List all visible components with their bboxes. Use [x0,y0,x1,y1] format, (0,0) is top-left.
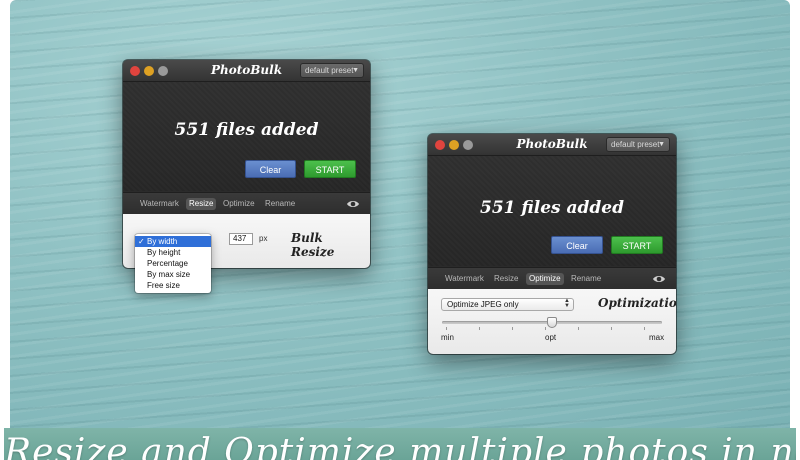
menu-item-by-height[interactable]: By height [135,247,211,258]
start-button[interactable]: START [304,160,356,178]
photobulk-window-optimize: PhotoBulk default preset ▼ 551 files add… [428,134,676,354]
tab-rename[interactable]: Rename [571,273,601,285]
dropdown-arrow-icon: ▼ [658,141,665,148]
tab-watermark[interactable]: Watermark [445,273,484,285]
tab-resize[interactable]: Resize [494,273,518,285]
tab-rename[interactable]: Rename [265,198,295,210]
preset-select[interactable]: default preset ▼ [300,63,364,78]
format-select-value: Optimize JPEG only [447,300,519,309]
menu-item-label: By max size [147,270,191,279]
menu-item-label: Percentage [147,259,188,268]
tab-bar: Watermark Resize Optimize Rename [123,192,370,214]
check-icon: ✓ [138,237,145,246]
panel-heading: Optimization [598,296,676,310]
menu-item-label: Free size [147,281,180,290]
slider-min-label: min [441,333,454,342]
menu-item-label: By height [147,248,181,257]
promo-banner: Resize and Optimize multiple photos in n… [4,428,796,460]
preset-label: default preset [305,66,354,75]
format-select[interactable]: Optimize JPEG only ▲ ▼ [441,298,574,311]
preset-label: default preset [611,140,660,149]
slider-opt-label: opt [545,333,557,342]
menu-item-label: By width [147,237,178,246]
files-added-count: 551 files added [174,120,319,140]
tab-optimize[interactable]: Optimize [223,198,255,210]
eye-icon[interactable] [346,197,360,211]
panel-heading: Bulk Resize [291,231,335,259]
start-button[interactable]: START [611,236,663,254]
files-added-count: 551 files added [479,198,625,218]
optimize-panel: Optimize JPEG only ▲▼ Optimization min o… [428,289,676,354]
banner-text: Resize and Optimize multiple photos in n… [4,432,796,460]
eye-icon[interactable] [652,272,666,286]
dropdown-arrow-icon: ▼ [352,67,359,74]
updown-arrows-icon: ▲ ▼ [564,298,570,309]
preset-select[interactable]: default preset ▼ [606,137,670,152]
width-input[interactable]: 437 [229,233,253,245]
quality-slider-knob[interactable] [547,317,557,328]
menu-item-by-width[interactable]: ✓ By width [135,236,211,247]
menu-item-free-size[interactable]: Free size [135,280,211,291]
tab-optimize[interactable]: Optimize [526,273,564,285]
titlebar: PhotoBulk default preset ▼ [428,134,676,156]
tab-watermark[interactable]: Watermark [140,198,179,210]
slider-max-label: max [649,333,665,342]
menu-item-by-max-size[interactable]: By max size [135,269,211,280]
unit-label: px [259,234,268,243]
drop-area[interactable]: 551 files added Clear START [123,82,370,191]
tab-resize[interactable]: Resize [186,198,217,210]
drop-area[interactable]: 551 files added Clear START [428,156,676,266]
clear-button[interactable]: Clear [245,160,296,178]
clear-button[interactable]: Clear [551,236,603,254]
resize-mode-menu[interactable]: ✓ By width By height Percentage By max s… [135,234,211,293]
menu-item-percentage[interactable]: Percentage [135,258,211,269]
tab-bar: Watermark Resize Optimize Rename [428,267,676,289]
titlebar: PhotoBulk default preset ▼ [123,60,370,82]
